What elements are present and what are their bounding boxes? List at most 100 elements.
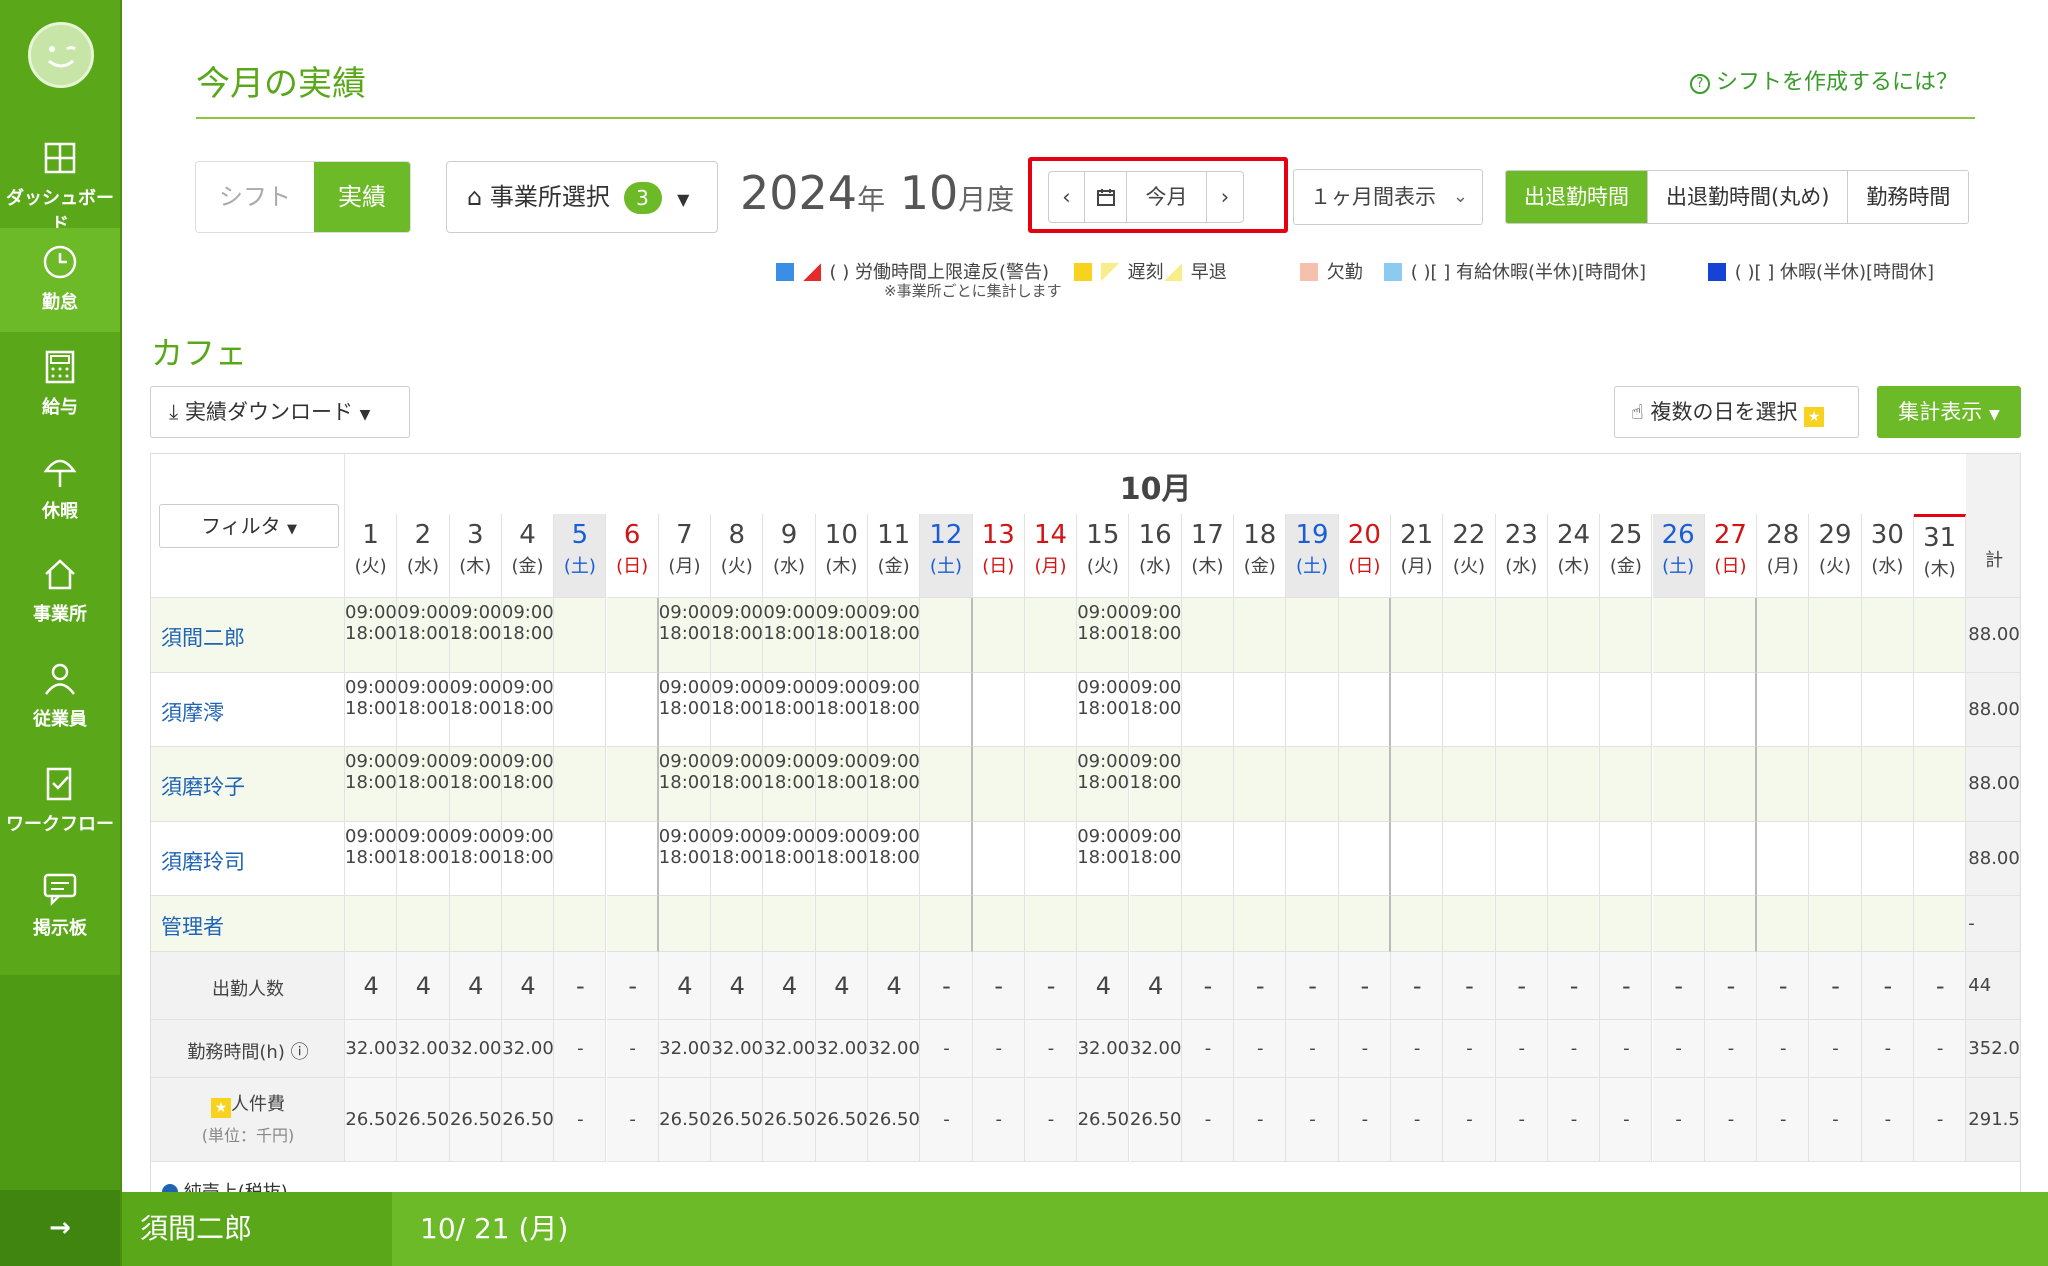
info-icon[interactable]: ⓘ	[285, 1042, 309, 1063]
shift-cell[interactable]	[1234, 747, 1287, 822]
shift-cell[interactable]	[1495, 672, 1548, 747]
shift-cell[interactable]	[1391, 821, 1444, 896]
shift-cell[interactable]	[1914, 896, 1967, 952]
shift-cell[interactable]	[1181, 896, 1235, 952]
sidebar-item-clock[interactable]: 勤怠	[0, 228, 120, 332]
shift-cell[interactable]	[1286, 598, 1339, 673]
shift-cell[interactable]	[1181, 598, 1235, 673]
shift-cell[interactable]	[1914, 821, 1967, 896]
shift-cell[interactable]	[1861, 747, 1914, 822]
shift-cell[interactable]	[1234, 672, 1287, 747]
day-header-14[interactable]: 14 (月)	[1024, 514, 1078, 598]
shift-cell[interactable]	[606, 896, 659, 952]
shift-cell[interactable]	[606, 598, 659, 673]
sidebar-item-beach-umbrella[interactable]: 休暇	[0, 437, 120, 541]
sidebar-item-checklist[interactable]: ワークフロー	[0, 750, 120, 854]
shift-cell[interactable]	[1443, 896, 1496, 952]
shift-cell[interactable]	[1809, 747, 1862, 822]
shift-cell[interactable]	[1600, 821, 1653, 896]
day-header-31[interactable]: 31 (木)	[1914, 514, 1967, 598]
shift-cell[interactable]	[1391, 747, 1444, 822]
shift-cell[interactable]	[1181, 672, 1235, 747]
shift-cell[interactable]	[1652, 821, 1705, 896]
shift-cell[interactable]	[606, 672, 659, 747]
mode-shift-button[interactable]: シフト	[196, 162, 314, 232]
avatar[interactable]	[28, 22, 94, 88]
day-header-25[interactable]: 25 (金)	[1600, 514, 1653, 598]
shift-cell[interactable]	[1234, 821, 1287, 896]
shift-cell[interactable]	[1286, 747, 1339, 822]
day-header-22[interactable]: 22 (火)	[1443, 514, 1496, 598]
shift-cell[interactable]	[1391, 672, 1444, 747]
day-header-4[interactable]: 4 (金)	[501, 514, 555, 598]
shift-cell[interactable]	[1704, 747, 1758, 822]
shift-cell[interactable]	[1338, 598, 1391, 673]
shift-cell[interactable]	[1443, 598, 1496, 673]
shift-cell[interactable]	[1024, 821, 1078, 896]
shift-cell[interactable]	[1024, 598, 1078, 673]
shift-cell[interactable]	[1024, 672, 1078, 747]
shift-cell[interactable]	[1024, 747, 1078, 822]
shift-cell[interactable]	[1338, 821, 1391, 896]
shift-cell[interactable]	[1338, 747, 1391, 822]
shift-cell[interactable]	[920, 896, 973, 952]
calendar-button[interactable]	[1085, 172, 1127, 222]
day-header-17[interactable]: 17 (木)	[1181, 514, 1235, 598]
sidebar-item-person[interactable]: 従業員	[0, 645, 120, 749]
shift-cell[interactable]	[1704, 896, 1758, 952]
this-month-button[interactable]: 今月	[1127, 172, 1207, 222]
shift-cell[interactable]	[1809, 821, 1862, 896]
shift-cell[interactable]	[1024, 896, 1078, 952]
shift-cell[interactable]	[1600, 598, 1653, 673]
next-month-button[interactable]: ›	[1207, 172, 1243, 222]
shift-cell[interactable]	[1443, 821, 1496, 896]
shift-cell[interactable]	[972, 896, 1025, 952]
view-rounded-times-button[interactable]: 出退勤時間(丸め)	[1648, 171, 1849, 223]
day-header-3[interactable]: 3 (木)	[449, 514, 502, 598]
day-header-28[interactable]: 28 (月)	[1757, 514, 1810, 598]
shift-cell[interactable]	[920, 598, 973, 673]
shift-cell[interactable]	[1861, 598, 1914, 673]
shift-cell[interactable]	[1234, 598, 1287, 673]
shift-cell[interactable]	[1600, 896, 1653, 952]
shift-cell[interactable]	[920, 747, 973, 822]
shift-cell[interactable]	[1443, 747, 1496, 822]
sidebar-item-dashboard[interactable]: ダッシュボード	[0, 124, 120, 235]
shift-cell[interactable]	[1861, 672, 1914, 747]
shift-cell[interactable]	[658, 896, 712, 952]
shift-cell[interactable]	[763, 896, 816, 952]
shift-cell[interactable]	[1338, 896, 1391, 952]
employee-name-link[interactable]: 須間二郎	[161, 622, 245, 652]
shift-cell[interactable]	[1914, 598, 1967, 673]
shift-cell[interactable]	[1338, 672, 1391, 747]
shift-cell[interactable]	[1391, 598, 1444, 673]
day-header-24[interactable]: 24 (木)	[1547, 514, 1601, 598]
day-header-9[interactable]: 9 (水)	[763, 514, 816, 598]
shift-cell[interactable]	[1809, 896, 1862, 952]
shift-cell[interactable]	[1809, 672, 1862, 747]
shift-cell[interactable]	[1704, 598, 1758, 673]
shift-cell[interactable]	[1704, 821, 1758, 896]
shift-cell[interactable]	[1652, 672, 1705, 747]
view-clock-times-button[interactable]: 出退勤時間	[1506, 171, 1648, 223]
shift-cell[interactable]	[1234, 896, 1287, 952]
shift-cell[interactable]	[1652, 598, 1705, 673]
shift-cell[interactable]	[554, 821, 607, 896]
shift-cell[interactable]	[1652, 747, 1705, 822]
sidebar-item-message[interactable]: 掲示板	[0, 854, 120, 958]
shift-cell[interactable]	[972, 672, 1025, 747]
employee-name-link[interactable]: 須摩澪	[161, 697, 224, 727]
shift-cell[interactable]	[1757, 896, 1810, 952]
shift-cell[interactable]	[1547, 598, 1601, 673]
shift-cell[interactable]	[972, 821, 1025, 896]
day-header-21[interactable]: 21 (月)	[1391, 514, 1444, 598]
shift-cell[interactable]	[868, 896, 921, 952]
day-header-10[interactable]: 10 (木)	[815, 514, 868, 598]
shift-cell[interactable]	[972, 598, 1025, 673]
shift-cell[interactable]	[1547, 896, 1601, 952]
shift-cell[interactable]	[1495, 896, 1548, 952]
shift-cell[interactable]	[1495, 598, 1548, 673]
download-button[interactable]: ⤓ 実績ダウンロード ▼	[150, 386, 410, 438]
shift-cell[interactable]	[1914, 747, 1967, 822]
shift-cell[interactable]	[449, 896, 502, 952]
